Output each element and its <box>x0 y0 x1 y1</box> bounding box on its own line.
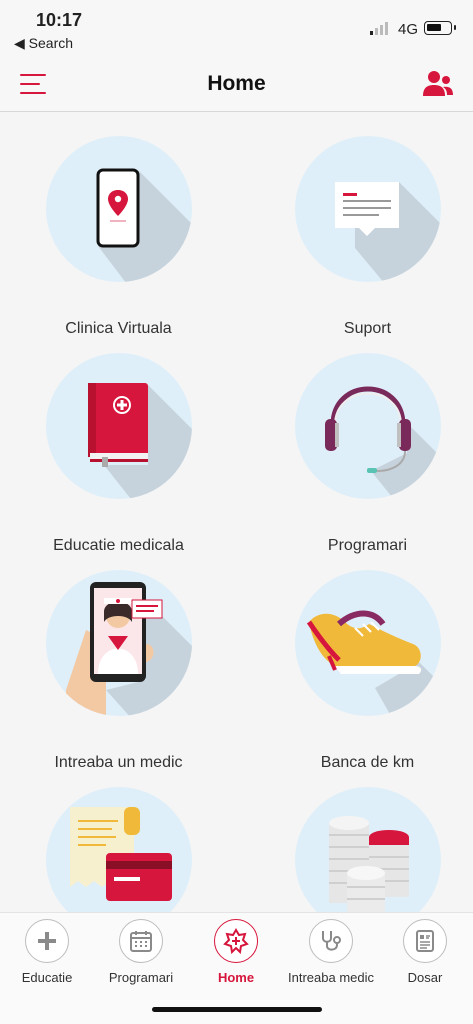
users-icon <box>423 71 453 96</box>
tile-receipt-card[interactable] <box>0 787 237 912</box>
tile-banca-de-km[interactable]: Banca de km <box>249 570 473 790</box>
battery-icon <box>424 21 456 35</box>
headset-icon <box>295 353 441 499</box>
tile-label: Clinica Virtuala <box>65 320 172 337</box>
message-icon <box>295 136 441 282</box>
home-star-icon <box>214 919 258 963</box>
tile-clinica-virtuala[interactable]: Clinica Virtuala <box>0 136 237 356</box>
tab-educatie[interactable]: Educatie <box>0 919 94 985</box>
tile-label: Educatie medicala <box>53 537 184 554</box>
doctor-phone-icon <box>46 570 192 716</box>
phone-location-icon <box>46 136 192 282</box>
tab-label: Programari <box>108 970 174 985</box>
receipt-card-icon <box>46 787 192 912</box>
app-header: Home <box>0 62 473 112</box>
tile-programari[interactable]: Programari <box>249 353 473 573</box>
tile-intreaba-un-medic[interactable]: Intreaba un medic <box>0 570 237 790</box>
plus-icon <box>25 919 69 963</box>
back-to-search-link[interactable]: ◀ Search <box>14 35 73 52</box>
tab-label: Educatie <box>21 970 73 985</box>
calendar-icon <box>119 919 163 963</box>
network-type: 4G <box>398 21 419 38</box>
home-indicator[interactable] <box>152 1007 322 1012</box>
page-title: Home <box>207 72 266 95</box>
tile-label: Banca de km <box>320 754 415 771</box>
tab-home[interactable]: Home <box>189 919 283 985</box>
tile-label: Suport <box>343 320 392 337</box>
tab-label: Intreaba medic <box>288 970 374 985</box>
status-bar: 10:17 ◀ Search 4G <box>0 0 473 62</box>
signal-icon <box>370 22 388 35</box>
tab-programari[interactable]: Programari <box>94 919 188 985</box>
document-icon <box>403 919 447 963</box>
status-time: 10:17 <box>36 10 83 30</box>
users-button[interactable] <box>421 70 455 98</box>
stethoscope-icon <box>309 919 353 963</box>
tile-suport[interactable]: Suport <box>249 136 473 356</box>
tile-label: Programari <box>327 537 408 554</box>
medical-book-icon <box>46 353 192 499</box>
tab-intreaba-medic[interactable]: Intreaba medic <box>284 919 378 985</box>
tab-label: Dosar <box>407 970 443 985</box>
tile-educatie-medicala[interactable]: Educatie medicala <box>0 353 237 573</box>
tab-dosar[interactable]: Dosar <box>378 919 472 985</box>
tile-label: Intreaba un medic <box>54 754 183 771</box>
tab-label: Home <box>217 970 255 985</box>
sneaker-icon <box>295 570 441 716</box>
coins-icon <box>295 787 441 912</box>
feature-grid: Clinica Virtuala Suport Educatie medical… <box>0 112 473 912</box>
tile-coins[interactable] <box>249 787 473 912</box>
